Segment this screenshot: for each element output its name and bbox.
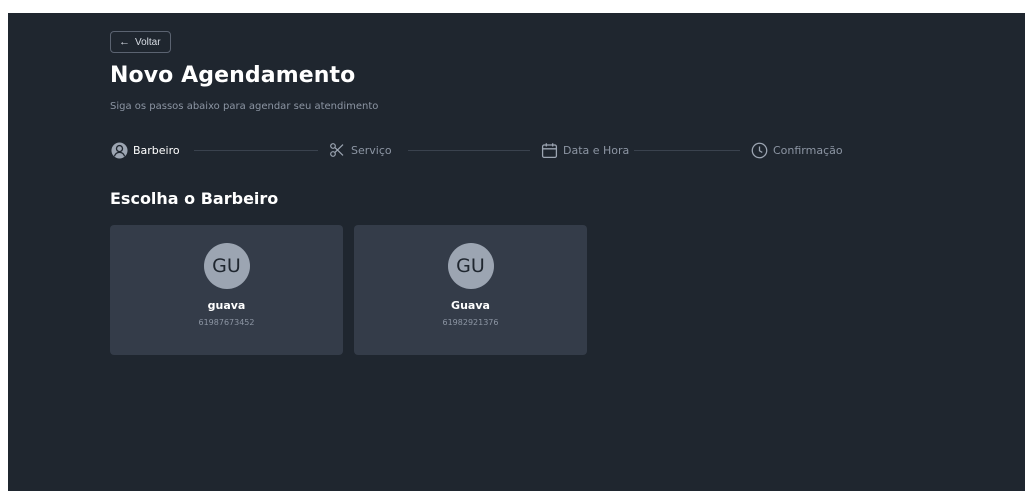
barber-name: Guava bbox=[451, 299, 490, 312]
step-servico[interactable]: Serviço bbox=[328, 139, 392, 161]
section-title: Escolha o Barbeiro bbox=[110, 189, 279, 208]
step-label: Barbeiro bbox=[133, 143, 180, 157]
clock-icon bbox=[750, 141, 768, 159]
stepper: Barbeiro Serviço Data e Hora Confirmação bbox=[110, 139, 870, 161]
app-container: ← Voltar Novo Agendamento Siga os passos… bbox=[8, 13, 1025, 491]
barber-card[interactable]: GU Guava 61982921376 bbox=[354, 225, 587, 355]
barber-card[interactable]: GU guava 61987673452 bbox=[110, 225, 343, 355]
calendar-icon bbox=[540, 141, 558, 159]
step-connector bbox=[634, 150, 740, 151]
barber-phone: 61982921376 bbox=[442, 318, 499, 327]
barber-phone: 61987673452 bbox=[198, 318, 255, 327]
user-icon bbox=[110, 141, 128, 159]
step-barbeiro[interactable]: Barbeiro bbox=[110, 139, 180, 161]
arrow-left-icon: ← bbox=[119, 35, 130, 48]
page-title: Novo Agendamento bbox=[110, 63, 356, 88]
barber-name: guava bbox=[207, 299, 246, 312]
avatar: GU bbox=[203, 243, 250, 289]
step-connector bbox=[194, 150, 318, 151]
scissors-icon bbox=[328, 141, 346, 159]
step-label: Confirmação bbox=[773, 143, 843, 157]
avatar: GU bbox=[447, 243, 494, 289]
back-button-label: Voltar bbox=[135, 36, 161, 48]
step-confirmacao[interactable]: Confirmação bbox=[750, 139, 843, 161]
barber-list: GU guava 61987673452 GU Guava 6198292137… bbox=[110, 225, 587, 355]
step-label: Data e Hora bbox=[563, 143, 630, 157]
step-label: Serviço bbox=[351, 143, 392, 157]
back-button[interactable]: ← Voltar bbox=[110, 31, 171, 53]
step-connector bbox=[408, 150, 530, 151]
step-data-hora[interactable]: Data e Hora bbox=[540, 139, 629, 161]
page-subtitle: Siga os passos abaixo para agendar seu a… bbox=[110, 101, 379, 112]
